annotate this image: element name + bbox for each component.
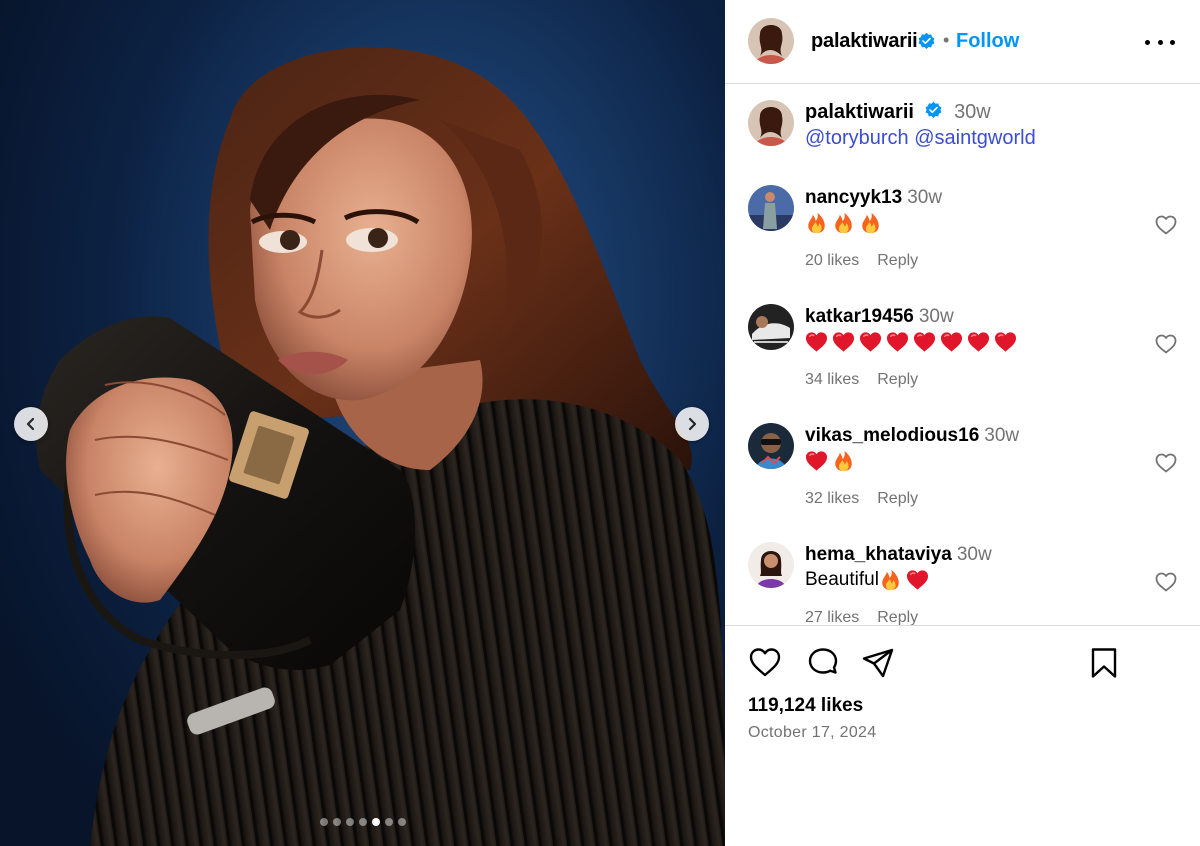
- caption-author-avatar[interactable]: [748, 100, 794, 146]
- comment-header: katkar19456 30w: [805, 306, 954, 328]
- commenter-avatar[interactable]: [748, 185, 794, 231]
- comment-text: Beautiful: [805, 569, 933, 591]
- comment-body: Beautiful: [805, 569, 879, 590]
- red-heart-emoji-icon: [886, 332, 909, 352]
- red-heart-emoji-icon: [967, 332, 990, 352]
- comment-like-heart-icon[interactable]: [1155, 334, 1177, 354]
- follow-button[interactable]: Follow: [956, 30, 1019, 53]
- red-heart-emoji-icon: [940, 332, 963, 352]
- post-media[interactable]: [0, 0, 725, 846]
- caption-text: @toryburch @saintgworld: [805, 127, 1036, 150]
- share-icon[interactable]: [861, 646, 895, 680]
- author-username[interactable]: palaktiwarii: [811, 30, 918, 53]
- post-photo: [36, 47, 725, 846]
- reply-button[interactable]: Reply: [877, 252, 918, 269]
- red-heart-emoji-icon: [832, 332, 855, 352]
- fire-emoji-icon: [862, 212, 879, 234]
- comment-item: vikas_melodious16 30w 32 likes Reply: [725, 423, 1200, 533]
- red-heart-emoji-icon: [994, 332, 1017, 352]
- like-heart-icon[interactable]: [748, 646, 782, 680]
- carousel-dot: [332, 818, 341, 826]
- comment-text: [805, 331, 1021, 353]
- next-slide-button[interactable]: [675, 407, 709, 441]
- comment-like-count[interactable]: 34 likes: [805, 371, 859, 388]
- fire-emoji-icon: [835, 450, 852, 472]
- caption-username[interactable]: palaktiwarii: [805, 101, 914, 123]
- fire-emoji-icon: [882, 569, 899, 591]
- red-heart-emoji-icon: [906, 570, 928, 590]
- reply-button[interactable]: Reply: [877, 609, 918, 625]
- red-heart-emoji-icon: [859, 332, 882, 352]
- red-heart-emoji-icon: [805, 451, 828, 471]
- red-heart-emoji-icon: [913, 332, 936, 352]
- comment-header: nancyyk13 30w: [805, 187, 942, 209]
- comment-icon[interactable]: [806, 646, 840, 680]
- carousel-dot: [319, 818, 328, 826]
- carousel-indicator: [0, 818, 725, 826]
- comment-like-count[interactable]: 32 likes: [805, 490, 859, 507]
- comment-like-count[interactable]: 20 likes: [805, 252, 859, 269]
- comment-header: vikas_melodious16 30w: [805, 425, 1019, 447]
- commenter-avatar[interactable]: [748, 423, 794, 469]
- like-count[interactable]: 119,124 likes: [748, 695, 863, 717]
- carousel-dot: [384, 818, 393, 826]
- comment-item: nancyyk13 30w 20 likes Reply: [725, 185, 1200, 295]
- fire-emoji-icon: [835, 212, 852, 234]
- reply-button[interactable]: Reply: [877, 490, 918, 507]
- commenter-avatar[interactable]: [748, 542, 794, 588]
- carousel-dot: [397, 818, 406, 826]
- bookmark-icon[interactable]: [1087, 646, 1121, 680]
- separator-dot: •: [943, 30, 950, 50]
- comment-like-count[interactable]: 27 likes: [805, 609, 859, 625]
- comment-like-heart-icon[interactable]: [1155, 453, 1177, 473]
- comment-meta: 27 likes Reply: [805, 609, 918, 625]
- comment-meta: 20 likes Reply: [805, 252, 918, 270]
- carousel-dot: [371, 818, 380, 826]
- commenter-avatar[interactable]: [748, 304, 794, 350]
- verified-badge-icon: [925, 101, 941, 118]
- caption-time: 30w: [954, 101, 991, 123]
- carousel-dot: [358, 818, 367, 826]
- author-avatar[interactable]: [748, 18, 794, 64]
- more-options-icon[interactable]: [1145, 28, 1175, 56]
- post-date: October 17, 2024: [748, 724, 877, 741]
- comment-username[interactable]: hema_khataviya: [805, 544, 952, 565]
- comment-time: 30w: [956, 544, 992, 565]
- chevron-right-icon: [688, 417, 697, 431]
- mention-link[interactable]: @saintgworld: [914, 127, 1035, 149]
- comment-username[interactable]: vikas_melodious16: [805, 425, 979, 446]
- reply-button[interactable]: Reply: [877, 371, 918, 388]
- red-heart-emoji-icon: [805, 332, 828, 352]
- fire-emoji-icon: [808, 212, 825, 234]
- comment-like-heart-icon[interactable]: [1155, 215, 1177, 235]
- caption-header: palaktiwarii 30w: [805, 101, 991, 124]
- post-header: palaktiwarii • Follow: [725, 0, 1200, 84]
- comment-header: hema_khataviya 30w: [805, 544, 992, 566]
- comment-time: 30w: [984, 425, 1020, 446]
- comment-username[interactable]: nancyyk13: [805, 187, 902, 208]
- comment-meta: 32 likes Reply: [805, 490, 918, 508]
- comment-username[interactable]: katkar19456: [805, 306, 914, 327]
- comments-list[interactable]: palaktiwarii 30w @toryburch @saintgworld…: [725, 85, 1200, 625]
- comment-item: hema_khataviya 30w Beautiful 27 likes Reply: [725, 542, 1200, 625]
- comment-item: katkar19456 30w 34 likes Reply: [725, 304, 1200, 414]
- post-details-panel: palaktiwarii • Follow palaktiwarii 30w @…: [725, 0, 1200, 846]
- comment-time: 30w: [907, 187, 943, 208]
- comment-time: 30w: [918, 306, 954, 327]
- comment-text: [805, 450, 859, 472]
- previous-slide-button[interactable]: [14, 407, 48, 441]
- comment-like-heart-icon[interactable]: [1155, 572, 1177, 592]
- mention-link[interactable]: @toryburch: [805, 127, 909, 149]
- comment-text: [805, 212, 886, 234]
- carousel-dot: [345, 818, 354, 826]
- post-actions: 119,124 likes October 17, 2024: [725, 625, 1200, 846]
- verified-badge-icon: [917, 32, 936, 54]
- comment-meta: 34 likes Reply: [805, 371, 918, 389]
- chevron-left-icon: [26, 417, 35, 431]
